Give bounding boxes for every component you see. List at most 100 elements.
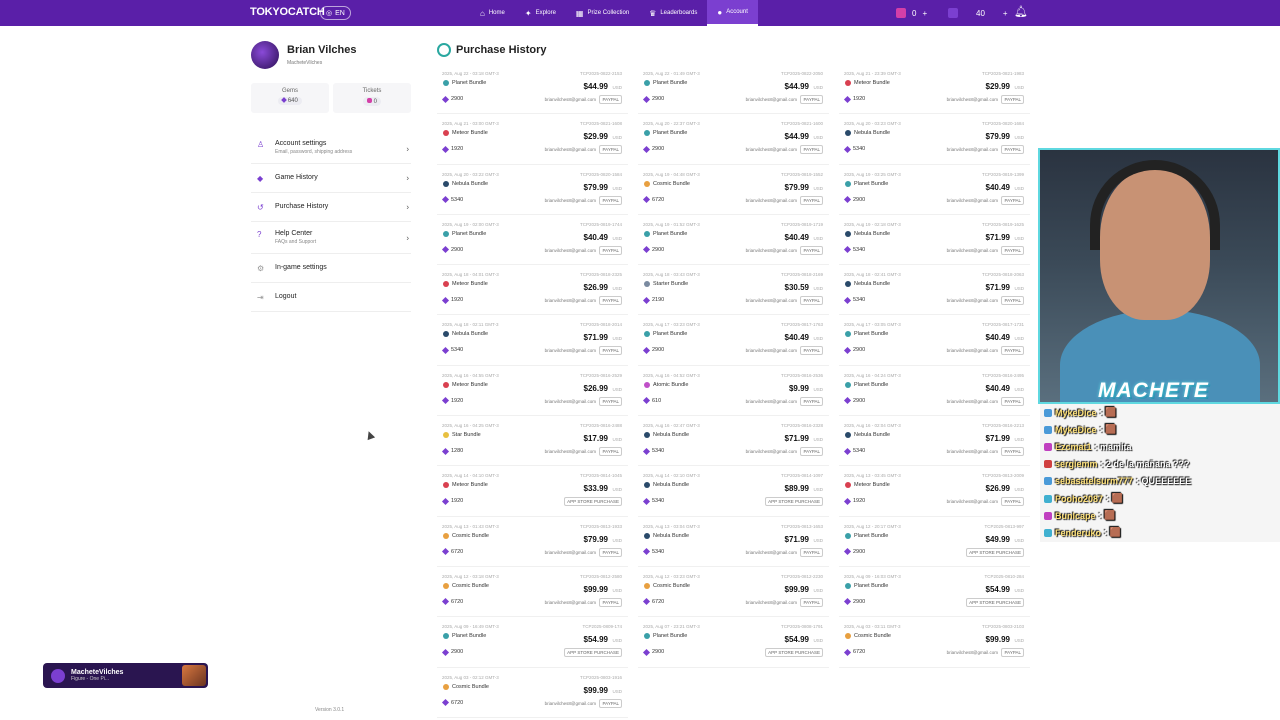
- purchase-date: 2025, Aug 13 - 01:43 GMT-3: [442, 523, 499, 529]
- bundle-name: Nebula Bundle: [452, 180, 489, 187]
- currency-label: USD: [1014, 487, 1024, 493]
- purchase-date: 2025, Aug 21 - 23:39 GMT-3: [844, 71, 901, 76]
- purchase-card: 2025, Aug 19 - 01:52 GMT-3 TCP2025-0819-1…: [638, 217, 829, 266]
- purchase-code: TCP2025-0812-2230: [780, 573, 823, 579]
- gem-icon: [441, 346, 450, 355]
- purchase-price: $79.99: [583, 534, 608, 544]
- menu-account-settings[interactable]: ♙ Account settings Email, password, shipp…: [251, 134, 411, 164]
- purchase-date: 2025, Aug 12 - 03:23 GMT-3: [643, 573, 700, 579]
- bundle-icon: [443, 180, 449, 187]
- purchase-date: 2025, Aug 19 - 04:48 GMT-3: [643, 171, 700, 177]
- bundle-icon: [644, 381, 650, 388]
- bundle-icon: [443, 331, 449, 338]
- purchase-code: TCP2025-0813-2009: [981, 473, 1024, 479]
- bundle-icon: [644, 582, 650, 589]
- chevron-right-icon: ›: [406, 233, 409, 242]
- purchase-code: TCP2025-0820-1584: [579, 171, 622, 177]
- bundle-name: Planet Bundle: [452, 230, 487, 237]
- gems-amount: 2190: [652, 297, 665, 304]
- currency-label: USD: [1014, 537, 1024, 543]
- payment-method-badge: APP STORE PURCHASE: [765, 648, 823, 658]
- add-gems-button[interactable]: +: [922, 9, 927, 18]
- gems-amount: 2900: [853, 347, 866, 354]
- chat-text: : 🟫: [1098, 510, 1116, 521]
- bundle-name: Nebula Bundle: [653, 432, 690, 439]
- menu-label: Help Center: [275, 230, 313, 237]
- notification-toast[interactable]: MacheteVilches Figure - One Pi...: [43, 663, 208, 688]
- gems-amount: 5340: [451, 347, 464, 354]
- purchase-price: $26.99: [985, 484, 1010, 494]
- currency-label: USD: [813, 235, 823, 241]
- gem-icon: [843, 598, 852, 606]
- nav-explore[interactable]: ✦ Explore: [515, 0, 566, 26]
- user-icon: ●: [717, 7, 723, 17]
- purchase-card: 2025, Aug 19 - 03:25 GMT-3 TCP2025-0819-1…: [839, 167, 1030, 215]
- chat-message: MykeDice: 🟫: [1040, 404, 1280, 422]
- purchase-code: TCP2025-0808-1791: [780, 624, 823, 630]
- gems-amount: 2900: [652, 96, 665, 102]
- chat-username: MykeDice: [1055, 407, 1097, 418]
- gems-amount: 6720: [853, 649, 866, 656]
- menu-sub: Email, password, shipping address: [275, 149, 353, 155]
- purchase-code: TCP2025-0814-1045: [579, 473, 622, 479]
- purchase-email: brianvilches8@gmail.com: [745, 549, 797, 555]
- main-nav: ⌂ Home ✦ Explore ▦ Prize Collection ♛ Leader…: [470, 0, 758, 26]
- gems-amount: 5340: [853, 246, 866, 253]
- history-icon: ↺: [257, 203, 264, 212]
- purchase-date: 2025, Aug 17 - 03:23 GMT-3: [643, 322, 700, 328]
- bundle-icon: [644, 130, 650, 137]
- gems-amount: 1920: [451, 397, 464, 404]
- gem-icon: [843, 497, 852, 505]
- ticket-icon: [366, 98, 372, 103]
- menu-game-history[interactable]: ◆ Game History ›: [251, 164, 411, 193]
- menu-logout[interactable]: ⇥ Logout: [251, 283, 411, 312]
- nav-account[interactable]: ● Account: [707, 0, 758, 26]
- nav-label: Explore: [535, 10, 556, 16]
- gems-amount: 2900: [652, 649, 665, 656]
- gems-amount: 2900: [451, 246, 464, 253]
- menu-purchase-history[interactable]: ↺ Purchase History ›: [251, 193, 411, 222]
- gem-icon: [441, 397, 450, 405]
- purchase-date: 2025, Aug 20 - 03:22 GMT-3: [442, 171, 499, 177]
- purchase-code: TCP2025-0813-1933: [579, 523, 622, 529]
- add-tickets-button[interactable]: +: [1003, 9, 1008, 18]
- gem-icon: [843, 196, 852, 204]
- purchase-price: $54.99: [784, 635, 809, 645]
- gems-stat-label: Gems: [281, 88, 298, 94]
- purchase-card: 2025, Aug 13 - 03:45 GMT-3 TCP2025-0813-2…: [839, 468, 1030, 517]
- currency-label: USD: [612, 537, 622, 543]
- gems-amount: 610: [652, 397, 662, 404]
- language-selector[interactable]: ◎ EN: [320, 6, 351, 20]
- menu-label: Game History: [275, 174, 318, 181]
- chat-username: sergiemm: [1055, 459, 1098, 470]
- nav-prize-collection[interactable]: ▦ Prize Collection: [566, 0, 639, 26]
- nav-label: Prize Collection: [587, 10, 630, 16]
- purchase-card: 2025, Aug 22 - 03:18 GMT-3 TCP2025-0822-2…: [437, 66, 628, 115]
- gems-amount: 2900: [652, 347, 665, 354]
- menu-help-center[interactable]: ? Help Center FAQs and Support ›: [251, 222, 411, 254]
- payment-method-badge: PAYPAL: [800, 597, 823, 607]
- nav-leaderboards[interactable]: ♛ Leaderboards: [639, 0, 707, 26]
- currency-label: USD: [1014, 85, 1024, 90]
- gems-amount: 5340: [652, 498, 665, 505]
- gems-amount: 1920: [451, 297, 464, 304]
- gem-icon: [441, 497, 450, 505]
- bell-icon[interactable]: 🔔︎: [1014, 5, 1028, 18]
- site-logo[interactable]: TOKYOCATCH: [250, 6, 325, 18]
- gems-amount: 2900: [853, 196, 866, 203]
- tickets-stat-value: 0: [373, 99, 377, 105]
- history-icon: [437, 43, 451, 57]
- purchase-card: 2025, Aug 19 - 02:18 GMT-3 TCP2025-0819-1…: [839, 217, 1030, 266]
- payment-method-badge: PAYPAL: [1001, 497, 1024, 507]
- payment-method-badge: APP STORE PURCHASE: [564, 497, 622, 507]
- gem-icon: [441, 246, 450, 254]
- currency-label: USD: [612, 185, 622, 191]
- nav-label: Home: [488, 10, 505, 16]
- bundle-name: Planet Bundle: [452, 633, 487, 640]
- purchase-code: TCP2025-0816-2495: [981, 372, 1024, 378]
- purchase-price: $79.99: [583, 182, 608, 192]
- chat-overlay: MykeDice: 🟫 MykeDice: 🟫 Ezcmat1: mamita ser…: [1040, 404, 1280, 542]
- menu-in-game-settings[interactable]: ⚙ In-game settings: [251, 254, 411, 283]
- purchase-email: brianvilches8@gmail.com: [946, 147, 998, 153]
- nav-home[interactable]: ⌂ Home: [470, 0, 515, 26]
